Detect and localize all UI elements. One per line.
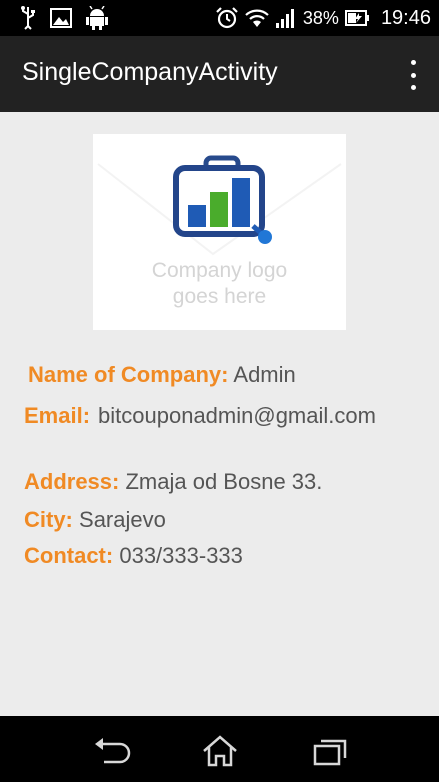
image-icon	[50, 8, 72, 28]
home-icon[interactable]	[200, 734, 240, 768]
alarm-icon	[216, 7, 238, 29]
page-title: SingleCompanyActivity	[22, 58, 278, 86]
company-name-label: Name of Company:	[28, 362, 229, 387]
action-bar: SingleCompanyActivity	[0, 36, 439, 112]
battery-percent: 38%	[302, 7, 339, 28]
contact-label: Contact:	[24, 543, 114, 568]
logo-caption: Company logo goes here	[93, 258, 346, 310]
email-value: bitcouponadmin@gmail.com	[98, 403, 376, 428]
android-icon	[86, 6, 108, 30]
company-name-row: Name of Company: Admin	[28, 361, 296, 389]
contact-value: 033/333-333	[119, 543, 243, 568]
contact-row: Contact: 033/333-333	[24, 542, 243, 570]
address-label: Address:	[24, 469, 120, 494]
recent-apps-icon[interactable]	[310, 734, 350, 768]
overflow-menu-icon[interactable]	[401, 60, 425, 90]
usb-icon	[21, 6, 35, 30]
address-value: Zmaja od Bosne 33.	[125, 469, 323, 494]
status-bar: 38% 19:46	[0, 0, 439, 36]
city-row: City: Sarajevo	[24, 506, 166, 534]
battery-icon	[344, 10, 369, 26]
wifi-icon	[245, 9, 269, 27]
clock: 19:46	[380, 6, 431, 29]
email-label: Email:	[24, 403, 91, 428]
logo-caption-line1: Company logo	[151, 259, 288, 282]
company-name-value: Admin	[233, 362, 296, 387]
signal-icon	[275, 9, 294, 28]
email-row: Email: bitcouponadmin@gmail.com	[24, 402, 414, 430]
logo-caption-line2: goes here	[172, 285, 267, 308]
city-value: Sarajevo	[79, 507, 166, 532]
address-row: Address: Zmaja od Bosne 33.	[24, 468, 322, 496]
city-label: City:	[24, 507, 73, 532]
company-logo: Company logo goes here	[93, 134, 346, 330]
back-icon[interactable]	[92, 734, 132, 768]
navigation-bar	[0, 716, 439, 782]
